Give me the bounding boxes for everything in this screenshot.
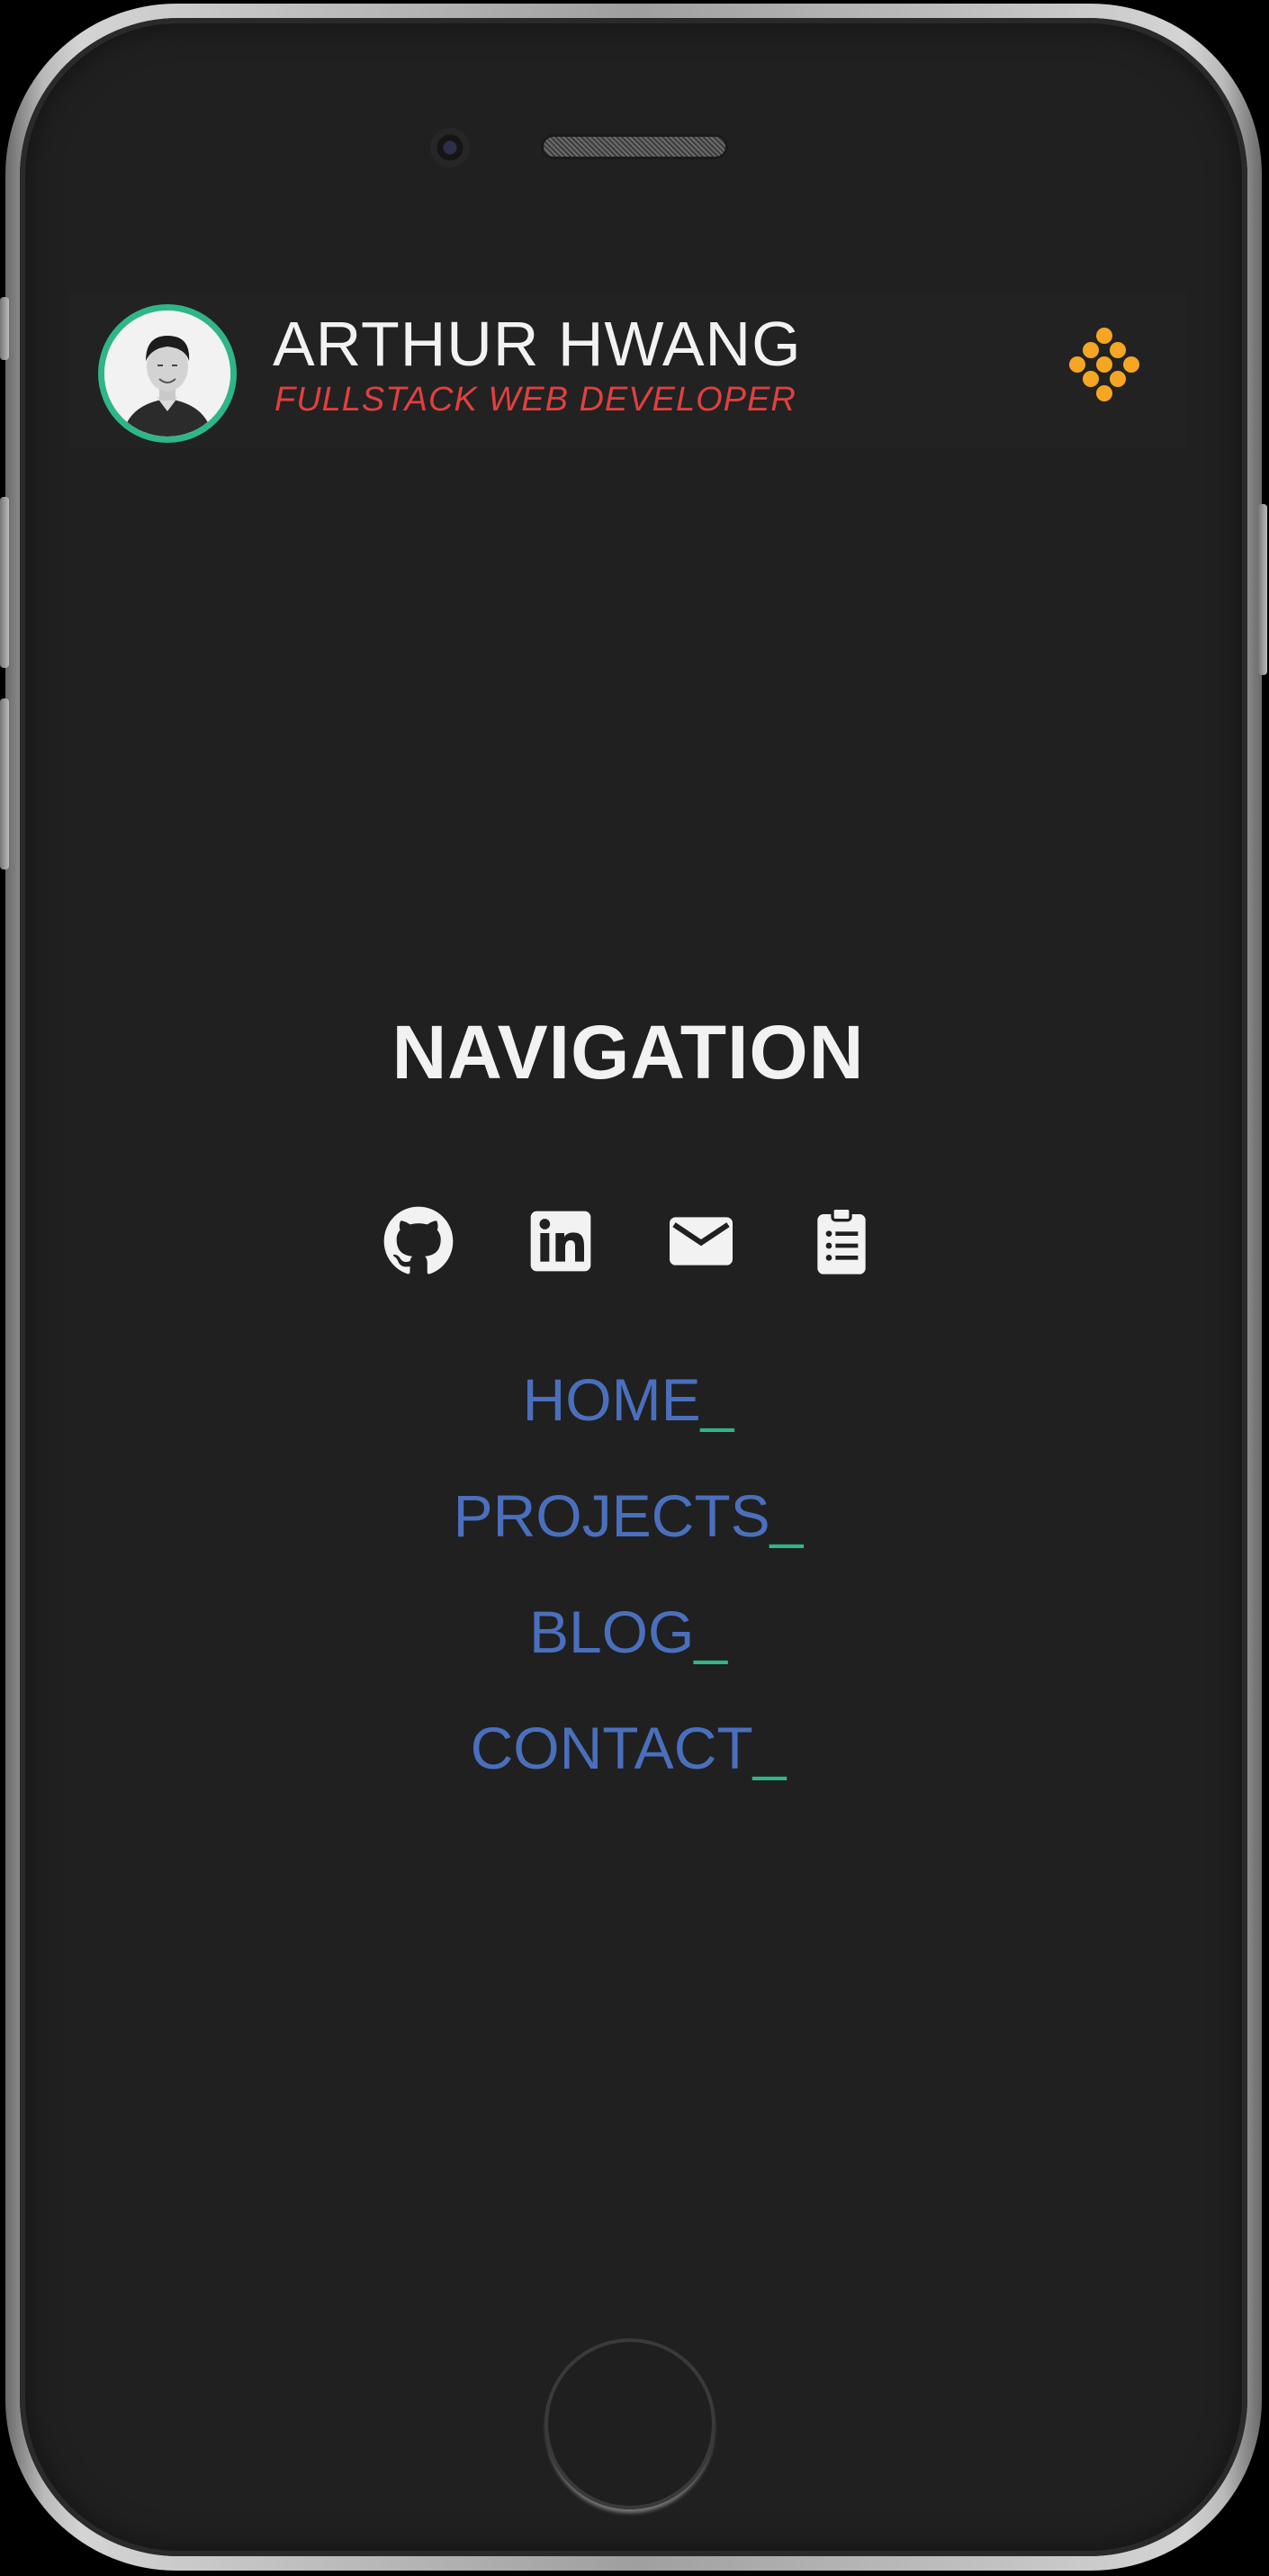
nav-link-label: PROJECTS — [453, 1482, 770, 1549]
site-owner-role: FULLSTACK WEB DEVELOPER — [274, 381, 796, 419]
linkedin-icon — [530, 1211, 591, 1272]
power-button — [1258, 504, 1267, 675]
dots-diamond-icon — [1069, 328, 1139, 401]
nav-link-blog[interactable]: BLOG_ — [69, 1596, 1187, 1712]
nav-link-home[interactable]: HOME_ — [69, 1364, 1187, 1480]
profile-photo-icon — [104, 311, 230, 437]
front-camera-icon — [430, 128, 470, 167]
nav-link-label: CONTACT — [470, 1715, 753, 1781]
earpiece-speaker — [544, 137, 725, 157]
nav-link-label: BLOG — [528, 1599, 695, 1665]
nav-menu: HOME_ PROJECTS_ BLOG_ CONTACT_ — [69, 1364, 1187, 1828]
home-button[interactable] — [544, 2338, 716, 2509]
linkedin-link[interactable] — [525, 1205, 597, 1277]
nav-link-projects[interactable]: PROJECTS_ — [69, 1480, 1187, 1596]
email-link[interactable] — [665, 1205, 737, 1277]
phone-screen: ARTHUR HWANG FULLSTACK WEB DEVELOPER NAV… — [69, 291, 1187, 2278]
volume-down-button — [0, 698, 9, 869]
site-owner-name: ARTHUR HWANG — [273, 309, 802, 379]
navigation-title: NAVIGATION — [392, 1010, 865, 1094]
email-icon — [670, 1217, 733, 1265]
site-header: ARTHUR HWANG FULLSTACK WEB DEVELOPER — [69, 291, 1187, 449]
volume-up-button — [0, 497, 9, 668]
mute-switch — [0, 297, 9, 360]
nav-link-cursor: _ — [694, 1599, 728, 1665]
nav-link-cursor: _ — [752, 1715, 787, 1781]
avatar — [98, 304, 237, 443]
nav-link-cursor: _ — [700, 1366, 734, 1433]
resume-link[interactable] — [806, 1205, 878, 1277]
nav-link-cursor: _ — [770, 1482, 804, 1549]
nav-link-contact[interactable]: CONTACT_ — [69, 1712, 1187, 1828]
nav-link-label: HOME — [522, 1366, 701, 1433]
menu-toggle-button[interactable] — [1061, 327, 1148, 413]
github-link[interactable] — [382, 1205, 454, 1277]
github-icon — [383, 1206, 454, 1274]
resume-clipboard-icon — [817, 1206, 866, 1274]
